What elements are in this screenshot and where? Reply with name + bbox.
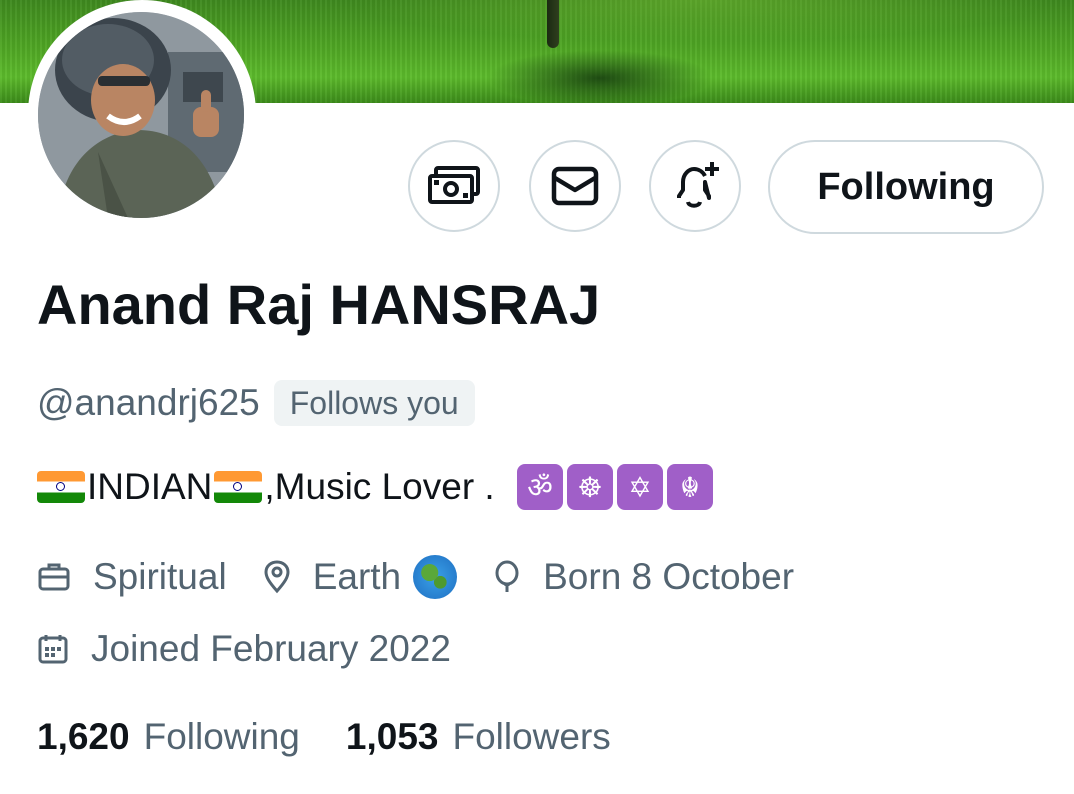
user-handle: @anandrj625: [37, 382, 260, 423]
banner-tree: [547, 0, 559, 48]
follow-stats: 1,620 Following 1,053 Followers: [37, 712, 657, 762]
joined-text: Joined February 2022: [91, 628, 451, 669]
message-button[interactable]: [529, 140, 621, 232]
birthday-text: Born 8 October: [543, 556, 795, 597]
following-stat-link[interactable]: 1,620 Following: [37, 716, 300, 758]
category-item: Spiritual: [37, 556, 227, 598]
briefcase-icon: [38, 563, 70, 591]
following-label: Following: [143, 716, 300, 757]
avatar-pilot-image: [38, 12, 244, 218]
bio-text-indian: INDIAN: [87, 466, 213, 507]
birthday-item: Born 8 October: [493, 556, 794, 598]
om-symbol-icon: ॐ: [516, 464, 563, 510]
india-flag-icon: [214, 471, 263, 503]
joined-item: Joined February 2022: [37, 628, 451, 670]
notify-button[interactable]: [649, 140, 741, 232]
khanda-icon: ☬: [666, 464, 713, 510]
followers-label: Followers: [452, 716, 611, 757]
category-text: Spiritual: [93, 556, 227, 597]
globe-icon: [413, 555, 458, 599]
money-icon: [428, 166, 480, 204]
following-button[interactable]: Following: [768, 140, 1044, 234]
calendar-icon: [38, 635, 68, 664]
profile-bio: INDIAN ,Music Lover . ॐ ☸ ✡ ☬: [37, 462, 713, 512]
display-name: Anand Raj HANSRAJ: [37, 273, 601, 336]
star-of-david-icon: ✡: [616, 464, 663, 510]
mail-icon: [551, 166, 599, 206]
avatar[interactable]: [38, 12, 244, 218]
joined-row: Joined February 2022: [37, 624, 487, 674]
bio-text-music: ,Music Lover .: [264, 466, 505, 507]
balloon-icon: [495, 560, 519, 592]
followers-stat-link[interactable]: 1,053 Followers: [346, 716, 611, 758]
handle-row: @anandrj625 Follows you: [37, 378, 475, 428]
following-count: 1,620: [37, 716, 130, 757]
location-item: Earth: [263, 555, 458, 599]
bell-plus-icon: [677, 162, 719, 208]
profile-page: Following Anand Raj HANSRAJ @anandrj625 …: [0, 0, 1074, 794]
follows-you-badge: Follows you: [273, 380, 475, 426]
location-text: Earth: [312, 556, 402, 597]
dharma-wheel-icon: ☸: [566, 464, 613, 510]
followers-count: 1,053: [345, 716, 439, 757]
location-pin-icon: [264, 560, 290, 594]
profile-meta-row: Spiritual Earth Born 8 October: [37, 552, 830, 602]
tip-button[interactable]: [408, 140, 500, 232]
india-flag-icon: [37, 471, 85, 503]
